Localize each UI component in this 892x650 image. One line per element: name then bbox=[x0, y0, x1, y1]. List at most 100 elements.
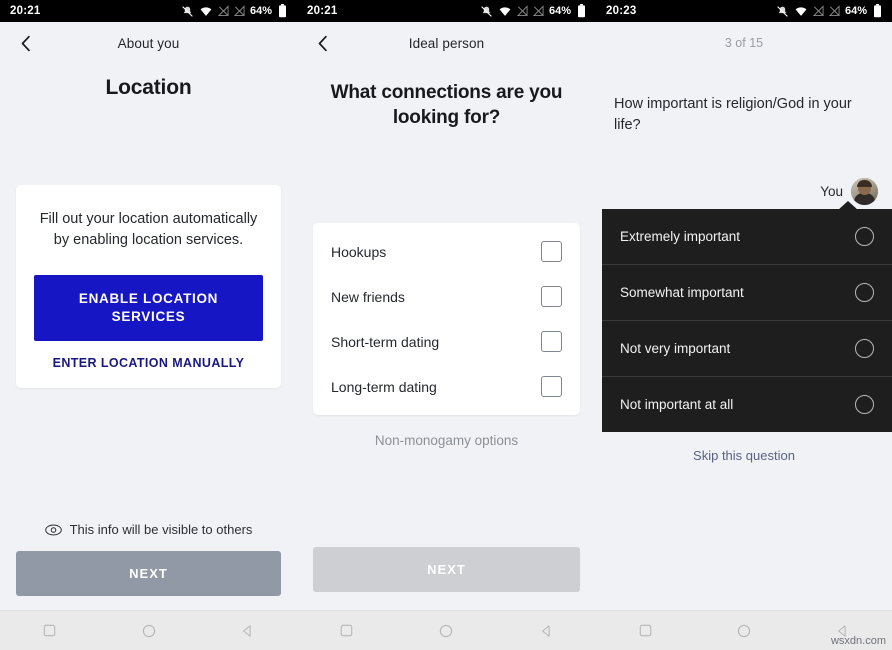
answer-label: Not very important bbox=[620, 341, 731, 357]
app-content-location: About you Location Fill out your locatio… bbox=[0, 22, 297, 610]
connections-footer: NEXT bbox=[297, 547, 596, 610]
option-row-new-friends[interactable]: New friends bbox=[313, 274, 580, 319]
nav-title: Ideal person bbox=[408, 35, 485, 51]
enter-location-manually-button[interactable]: ENTER LOCATION MANUALLY bbox=[34, 356, 263, 370]
signal-off-icon bbox=[828, 5, 840, 17]
radio-icon[interactable] bbox=[855, 395, 874, 415]
signal-off-icon bbox=[217, 5, 229, 17]
radio-icon[interactable] bbox=[855, 283, 874, 303]
enable-location-services-button[interactable]: ENABLE LOCATION SERVICES bbox=[34, 275, 263, 342]
back-arrow-icon[interactable] bbox=[313, 34, 331, 52]
circle-icon bbox=[440, 624, 453, 637]
top-nav: Ideal person bbox=[297, 22, 596, 64]
non-monogamy-options-link[interactable]: Non-monogamy options bbox=[297, 433, 596, 448]
checkbox-icon[interactable] bbox=[541, 331, 562, 353]
top-nav: About you bbox=[0, 22, 297, 64]
signal-off-icon bbox=[532, 5, 544, 17]
next-button[interactable]: NEXT bbox=[16, 551, 281, 596]
circle-icon bbox=[737, 624, 751, 637]
status-icons: 64% bbox=[776, 4, 882, 18]
phone-screen-religion-question: 20:23 64% 3 of 15 How important is relig… bbox=[596, 0, 892, 650]
checkbox-icon[interactable] bbox=[541, 286, 562, 308]
android-nav-bar bbox=[297, 610, 596, 650]
location-footer: This info will be visible to others NEXT bbox=[0, 522, 297, 610]
square-icon bbox=[639, 624, 652, 637]
option-row-hookups[interactable]: Hookups bbox=[313, 229, 580, 274]
location-card: Fill out your location automatically by … bbox=[16, 185, 281, 389]
option-row-short-term-dating[interactable]: Short-term dating bbox=[313, 319, 580, 364]
triangle-back-icon bbox=[541, 624, 550, 637]
watermark: wsxdn.com bbox=[830, 635, 886, 647]
status-bar: 20:21 64% bbox=[0, 0, 297, 22]
square-icon bbox=[341, 624, 353, 637]
signal-off-icon bbox=[233, 5, 245, 17]
circle-icon bbox=[142, 624, 155, 637]
phone-screen-location: 20:21 64% About you Location Fill out yo… bbox=[0, 0, 297, 650]
triangle-back-icon bbox=[243, 624, 251, 637]
home-button[interactable] bbox=[429, 614, 463, 648]
home-button[interactable] bbox=[132, 614, 166, 648]
status-bar: 20:23 64% bbox=[596, 0, 892, 22]
recents-button[interactable] bbox=[628, 614, 662, 648]
checkbox-icon[interactable] bbox=[541, 376, 562, 398]
recents-button[interactable] bbox=[33, 614, 67, 648]
back-button[interactable] bbox=[529, 614, 563, 648]
square-icon bbox=[43, 624, 56, 637]
phone-screen-connections: 20:21 64% Ideal person What connections … bbox=[297, 0, 596, 650]
answer-row-somewhat-important[interactable]: Somewhat important bbox=[602, 265, 892, 322]
battery-icon bbox=[578, 4, 585, 18]
page-title: Location bbox=[105, 76, 192, 99]
signal-off-icon bbox=[516, 5, 528, 17]
recents-button[interactable] bbox=[330, 614, 364, 648]
status-time: 20:21 bbox=[307, 5, 338, 17]
option-row-long-term-dating[interactable]: Long-term dating bbox=[313, 364, 580, 409]
bell-muted-icon bbox=[777, 5, 788, 17]
option-label: Hookups bbox=[331, 243, 387, 260]
answer-label: Not important at all bbox=[620, 397, 734, 413]
status-time: 20:23 bbox=[606, 5, 637, 17]
option-label: Short-term dating bbox=[331, 333, 440, 350]
app-content-connections: Ideal person What connections are you lo… bbox=[297, 22, 596, 610]
question-text: How important is religion/God in your li… bbox=[614, 96, 852, 134]
top-nav: 3 of 15 bbox=[596, 22, 892, 64]
android-nav-bar bbox=[0, 610, 297, 650]
nav-title: About you bbox=[117, 35, 180, 51]
location-card-text: Fill out your location automatically by … bbox=[39, 211, 258, 249]
radio-icon[interactable] bbox=[855, 339, 874, 359]
answer-row-not-important-at-all[interactable]: Not important at all bbox=[602, 377, 892, 432]
next-button[interactable]: NEXT bbox=[313, 547, 580, 592]
answer-row-not-very-important[interactable]: Not very important bbox=[602, 321, 892, 378]
speech-pointer-icon bbox=[838, 201, 858, 211]
three-phone-screenshots: 20:21 64% About you Location Fill out yo… bbox=[0, 0, 892, 650]
checkbox-icon[interactable] bbox=[541, 241, 562, 263]
home-button[interactable] bbox=[727, 614, 761, 648]
eye-icon bbox=[44, 524, 62, 535]
answer-label: Extremely important bbox=[620, 229, 741, 245]
answer-options-panel: Extremely important Somewhat important N… bbox=[602, 209, 892, 433]
battery-percent: 64% bbox=[249, 5, 272, 17]
back-arrow-icon[interactable] bbox=[16, 34, 34, 52]
option-label: Long-term dating bbox=[331, 378, 437, 395]
option-label: New friends bbox=[331, 288, 405, 305]
step-counter: 3 of 15 bbox=[724, 36, 764, 50]
answers-wrap: Extremely important Somewhat important N… bbox=[596, 201, 892, 433]
wifi-icon bbox=[499, 6, 511, 16]
status-bar: 20:21 64% bbox=[297, 0, 596, 22]
app-content-religion: 3 of 15 How important is religion/God in… bbox=[596, 22, 892, 610]
battery-percent: 64% bbox=[844, 5, 867, 17]
radio-icon[interactable] bbox=[855, 227, 874, 247]
signal-off-icon bbox=[812, 5, 824, 17]
bell-muted-icon bbox=[481, 5, 492, 17]
answer-row-extremely-important[interactable]: Extremely important bbox=[602, 209, 892, 266]
you-label: You bbox=[820, 184, 843, 200]
visibility-note-text: This info will be visible to others bbox=[69, 522, 253, 537]
battery-icon bbox=[279, 4, 286, 18]
status-time: 20:21 bbox=[10, 5, 41, 17]
visibility-note: This info will be visible to others bbox=[0, 522, 297, 537]
battery-icon bbox=[874, 4, 881, 18]
back-button[interactable] bbox=[231, 614, 265, 648]
wifi-icon bbox=[795, 6, 807, 16]
status-icons: 64% bbox=[181, 4, 287, 18]
answer-label: Somewhat important bbox=[620, 285, 744, 301]
skip-question-link[interactable]: Skip this question bbox=[596, 448, 892, 463]
